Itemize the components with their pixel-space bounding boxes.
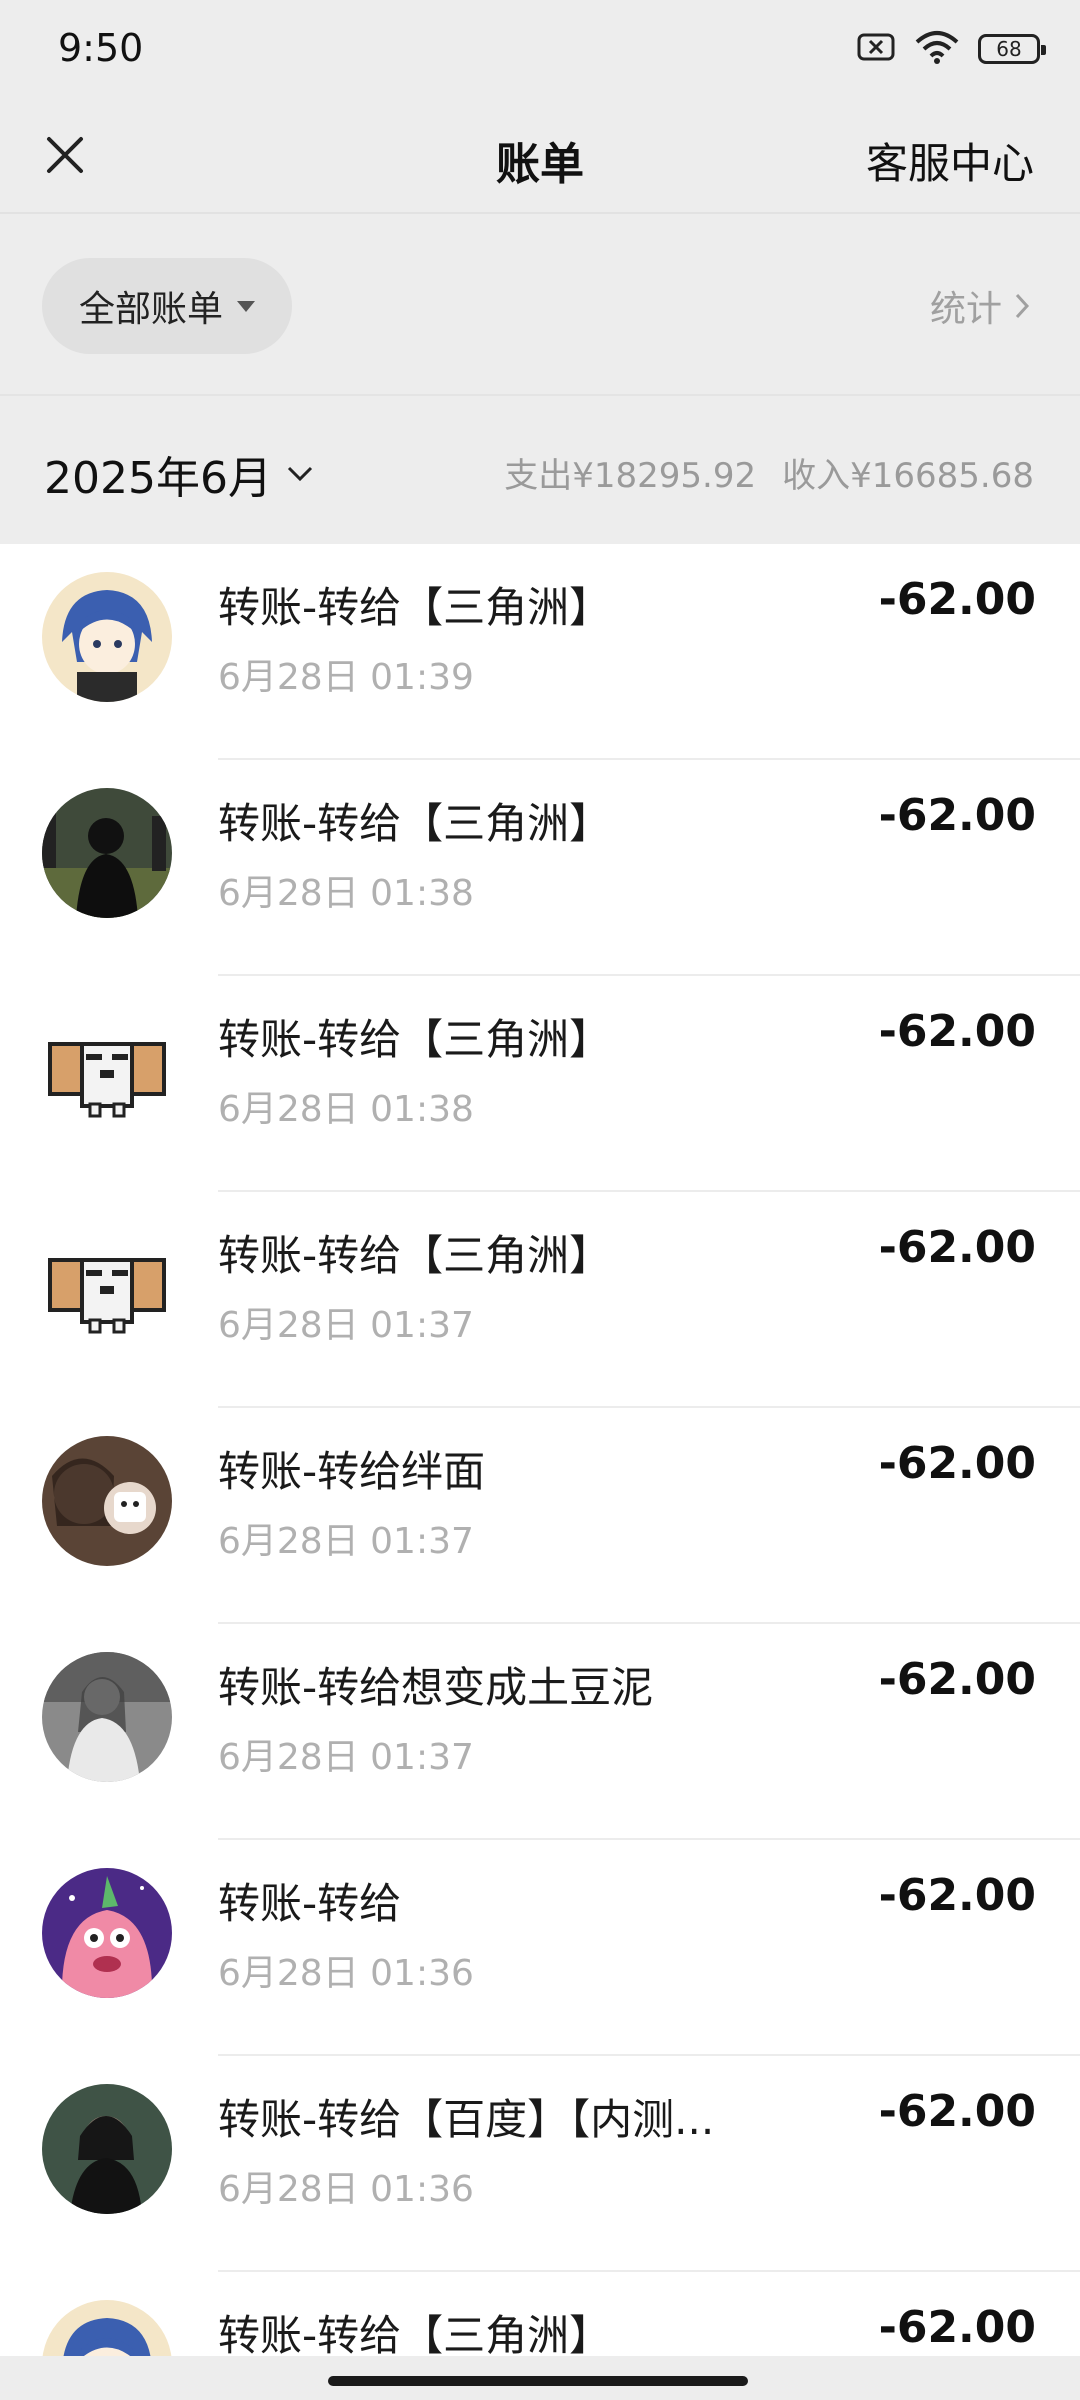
transaction-amount: -62.00: [878, 1222, 1036, 1273]
stats-label: 统计: [929, 289, 1002, 330]
transaction-amount: -62.00: [878, 1654, 1036, 1705]
home-indicator: [0, 2356, 1080, 2400]
transaction-row[interactable]: 转账-转给【百度】【内测... 6月28日 01:36 -62.00: [0, 2056, 1080, 2272]
transaction-row[interactable]: 转账-转给想变成土豆泥 6月28日 01:37 -62.00: [0, 1624, 1080, 1840]
transaction-row[interactable]: 转账-转给 6月28日 01:36 -62.00: [0, 1840, 1080, 2056]
transaction-title: 转账-转给【三角洲】: [218, 1015, 612, 1064]
status-icons: 68: [856, 30, 1046, 68]
sim-x-icon: [856, 32, 896, 66]
chevron-down-icon: [287, 466, 313, 482]
transaction-title: 转账-转给【三角洲】: [218, 583, 612, 632]
transaction-title: 转账-转给【百度】【内测...: [218, 2095, 715, 2144]
income-total: 收入¥16685.68: [782, 456, 1034, 496]
anime-girl-avatar: [42, 572, 172, 702]
silhouette-avatar: [42, 788, 172, 918]
transaction-time: 6月28日 01:38: [218, 873, 474, 914]
transaction-title: 转账-转给【三角洲】: [218, 1231, 612, 1280]
transaction-title: 转账-转给想变成土豆泥: [218, 1663, 654, 1712]
status-time: 9:50: [58, 26, 144, 70]
month-label: 2025年6月: [44, 453, 272, 504]
month-row: 2025年6月 支出¥18295.92 收入¥16685.68: [0, 394, 1080, 546]
transaction-time: 6月28日 01:37: [218, 1737, 474, 1778]
chevron-right-icon: [1015, 293, 1030, 319]
transaction-list: 转账-转给【三角洲】 6月28日 01:39 -62.00 转账-转给【三角洲】…: [0, 544, 1080, 2356]
transaction-row[interactable]: 转账-转给【三角洲】 6月28日 01:39 -62.00: [0, 544, 1080, 760]
transaction-time: 6月28日 01:39: [218, 657, 474, 698]
transaction-row[interactable]: 转账-转给绊面 6月28日 01:37 -62.00: [0, 1408, 1080, 1624]
transaction-row[interactable]: 转账-转给【三角洲】 -62.00: [0, 2272, 1080, 2356]
transaction-time: 6月28日 01:38: [218, 1089, 474, 1130]
transaction-title: 转账-转给【三角洲】: [218, 2311, 612, 2356]
home-gesture-bar[interactable]: [328, 2376, 748, 2386]
transaction-amount: -62.00: [878, 574, 1036, 625]
month-picker[interactable]: 2025年6月: [44, 442, 314, 506]
transaction-amount: -62.00: [878, 1438, 1036, 1489]
transaction-amount: -62.00: [878, 1870, 1036, 1921]
filter-row: 全部账单 统计: [0, 212, 1080, 396]
transaction-title: 转账-转给【三角洲】: [218, 799, 612, 848]
status-bar: 9:50 68: [0, 0, 1080, 100]
transaction-time: 6月28日 01:37: [218, 1305, 474, 1346]
bill-type-filter[interactable]: 全部账单: [42, 258, 292, 354]
transaction-amount: -62.00: [878, 2086, 1036, 2137]
month-summary: 支出¥18295.92 收入¥16685.68: [504, 448, 1034, 497]
wifi-icon: [914, 30, 960, 68]
nav-bar: 账单 客服中心: [0, 100, 1080, 212]
battery-icon: 68: [978, 34, 1046, 64]
transaction-title: 转账-转给绊面: [218, 1447, 486, 1496]
customer-service-link[interactable]: 客服中心: [866, 130, 1034, 191]
grey-photo-avatar: [42, 1652, 172, 1782]
cartoon-star-avatar: [42, 1868, 172, 1998]
transaction-time: 6月28日 01:36: [218, 1953, 474, 1994]
anime-girl-avatar: [42, 2300, 172, 2356]
pixel-dog-avatar: [42, 1004, 172, 1134]
pixel-dog-avatar: [42, 1220, 172, 1350]
transaction-row[interactable]: 转账-转给【三角洲】 6月28日 01:37 -62.00: [0, 1192, 1080, 1408]
filter-chip-label: 全部账单: [78, 289, 223, 330]
dark-photo-avatar: [42, 2084, 172, 2214]
expense-total: 支出¥18295.92: [504, 456, 757, 496]
photo-avatar: [42, 1436, 172, 1566]
transaction-amount: -62.00: [878, 1006, 1036, 1057]
transaction-title: 转账-转给: [218, 1879, 402, 1928]
stats-link[interactable]: 统计: [930, 280, 1030, 332]
caret-down-icon: [237, 300, 255, 312]
transaction-row[interactable]: 转账-转给【三角洲】 6月28日 01:38 -62.00: [0, 760, 1080, 976]
transaction-amount: -62.00: [878, 790, 1036, 841]
transaction-time: 6月28日 01:36: [218, 2169, 474, 2210]
transaction-row[interactable]: 转账-转给【三角洲】 6月28日 01:38 -62.00: [0, 976, 1080, 1192]
transaction-time: 6月28日 01:37: [218, 1521, 474, 1562]
transaction-amount: -62.00: [878, 2302, 1036, 2353]
